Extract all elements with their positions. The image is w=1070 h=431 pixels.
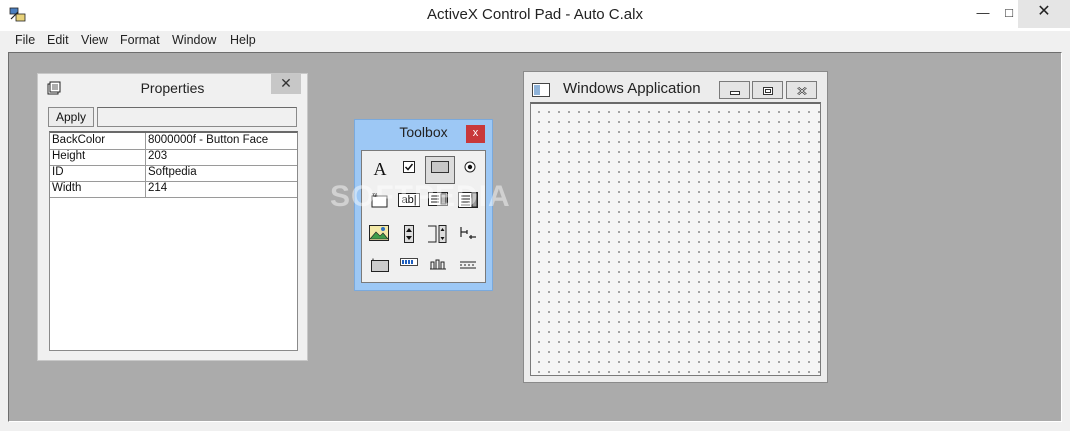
property-row[interactable]: BackColor 8000000f - Button Face xyxy=(50,133,297,150)
scrollbar-tool-icon[interactable] xyxy=(425,221,449,245)
form-window-icon xyxy=(532,83,550,97)
column-divider xyxy=(145,181,146,197)
spin-button-tool-icon[interactable] xyxy=(397,221,421,245)
slider-tool-icon[interactable] xyxy=(456,254,480,278)
property-value: Softpedia xyxy=(148,166,197,178)
toolbox-panel: A xy ab| xyxy=(361,150,486,283)
title-bar: ActiveX Control Pad - Auto C.alx — □ ✕ xyxy=(0,0,1070,31)
column-divider xyxy=(145,149,146,165)
toggle-button-tool-icon[interactable] xyxy=(368,254,392,278)
form-window: Windows Application xyxy=(523,71,828,383)
form-close-button[interactable] xyxy=(786,81,817,99)
form-restore-button[interactable] xyxy=(752,81,783,99)
progress-bar-tool-icon[interactable] xyxy=(397,254,421,278)
form-design-canvas[interactable] xyxy=(530,102,821,376)
property-name: ID xyxy=(52,166,64,178)
column-divider xyxy=(145,165,146,181)
property-name: BackColor xyxy=(52,134,106,146)
form-window-title[interactable]: Windows Application xyxy=(563,80,743,97)
property-value: 8000000f - Button Face xyxy=(148,134,269,146)
menu-window[interactable]: Window xyxy=(172,33,216,47)
close-button[interactable]: ✕ xyxy=(1018,0,1070,28)
properties-close-button[interactable]: ✕ xyxy=(271,74,301,94)
property-value: 214 xyxy=(148,182,168,194)
menu-help[interactable]: Help xyxy=(230,33,256,47)
property-name: Width xyxy=(52,182,82,194)
properties-title: Properties xyxy=(140,80,205,96)
column-divider xyxy=(145,133,146,149)
property-row[interactable]: Height 203 xyxy=(50,149,297,166)
window-title: ActiveX Control Pad - Auto C.alx xyxy=(427,6,643,23)
property-grid: BackColor 8000000f - Button Face Height … xyxy=(49,131,298,351)
checkbox-tool-icon[interactable] xyxy=(397,157,421,181)
option-button-tool-icon[interactable] xyxy=(458,157,482,181)
menu-view[interactable]: View xyxy=(81,33,108,47)
menu-file[interactable]: File xyxy=(15,33,35,47)
property-value: 203 xyxy=(148,150,168,162)
apply-button[interactable]: Apply xyxy=(48,107,94,127)
multipage-tool-icon[interactable] xyxy=(426,254,450,278)
properties-title-bar[interactable]: Properties ✕ xyxy=(38,74,307,99)
property-row[interactable]: ID Softpedia xyxy=(50,165,297,182)
property-value-input[interactable] xyxy=(97,107,297,127)
menu-bar: File Edit View Format Window Help xyxy=(0,31,1070,51)
property-name: Height xyxy=(52,150,86,162)
toolbox-close-button[interactable]: x xyxy=(466,125,485,143)
menu-edit[interactable]: Edit xyxy=(47,33,69,47)
properties-window: Properties ✕ Apply BackColor 8000000f - … xyxy=(37,73,308,361)
menu-format[interactable]: Format xyxy=(120,33,160,47)
property-row[interactable]: Width 214 xyxy=(50,181,297,198)
watermark: SOFTPEDIA xyxy=(330,180,511,213)
form-minimize-button[interactable] xyxy=(719,81,750,99)
image-tool-icon[interactable] xyxy=(367,221,391,245)
label-tool-icon[interactable]: A xyxy=(368,157,392,181)
tabstrip-tool-icon[interactable] xyxy=(456,221,480,245)
